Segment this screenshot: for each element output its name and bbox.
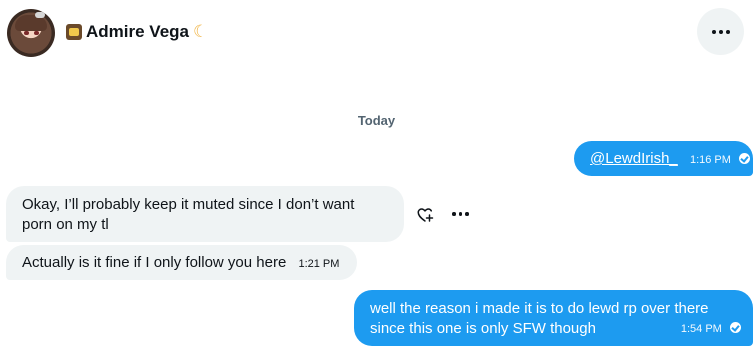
conversation-header: Admire Vega ☾	[0, 0, 753, 66]
message-bubble-incoming[interactable]: Okay, I’ll probably keep it muted since …	[6, 186, 404, 242]
name-emoji-icon	[66, 24, 82, 40]
message-more-button[interactable]	[452, 212, 469, 216]
message-bubble-outgoing[interactable]: well the reason i made it is to do lewd …	[354, 290, 753, 346]
heart-plus-icon[interactable]	[416, 206, 434, 224]
avatar-eye-left	[24, 31, 29, 35]
message-bubble-outgoing[interactable]: @LewdIrish_ 1:16 PM	[574, 141, 753, 176]
day-separator: Today	[357, 113, 396, 128]
avatar-eye-right	[34, 31, 39, 35]
message-time: 1:54 PM	[680, 323, 722, 335]
check-circle-icon	[739, 153, 751, 164]
mention-link[interactable]: @LewdIrish_	[590, 150, 678, 167]
message-time: 1:21 PM	[298, 258, 340, 270]
display-name-row[interactable]: Admire Vega ☾	[66, 21, 208, 43]
more-horizontal-icon	[711, 29, 730, 34]
header-more-button[interactable]	[697, 8, 744, 55]
moon-icon: ☾	[193, 22, 209, 41]
message-meta: 1:54 PM	[681, 318, 741, 339]
message-text: Actually is it fine if I only follow you…	[22, 254, 287, 271]
avatar[interactable]	[7, 9, 55, 57]
avatar-ribbon	[35, 12, 45, 18]
message-bubble-incoming[interactable]: Actually is it fine if I only follow you…	[6, 245, 357, 280]
check-circle-icon	[730, 322, 741, 333]
message-time: 1:16 PM	[689, 154, 731, 166]
message-text: Okay, I’ll probably keep it muted since …	[22, 196, 355, 233]
message-text: well the reason i made it is to do lewd …	[370, 300, 709, 337]
display-name: Admire Vega	[86, 22, 189, 41]
